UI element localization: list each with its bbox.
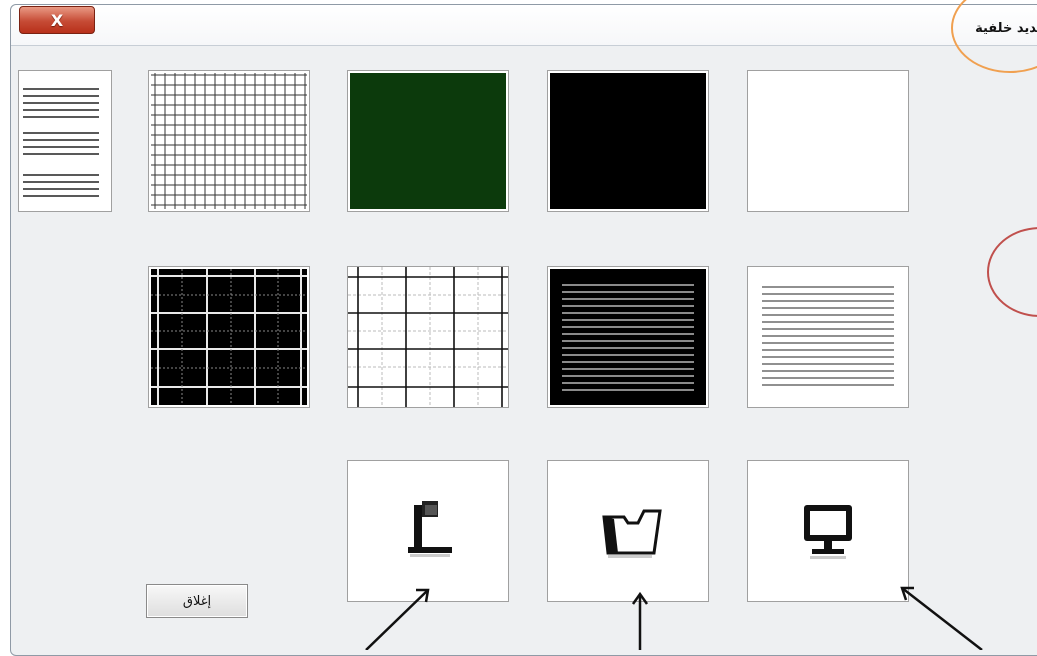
background-tile-solid-dark-green[interactable] [347, 70, 509, 212]
background-tile-grid-black[interactable] [148, 266, 310, 408]
window-close-button[interactable]: X [19, 6, 95, 34]
source-desktop-button[interactable] [747, 460, 909, 602]
background-tile-grid-small[interactable] [148, 70, 310, 212]
background-tile-lines-white-2[interactable] [747, 266, 909, 408]
folder-icon [602, 509, 662, 558]
background-tile-solid-black[interactable] [547, 70, 709, 212]
document-camera-icon [408, 501, 452, 557]
close-dialog-button[interactable]: إغلاق [146, 584, 248, 618]
title-bar: X تحديد خلفية [11, 5, 1037, 46]
background-tile-solid-white[interactable] [747, 70, 909, 212]
monitor-icon [804, 505, 852, 559]
source-folder-button[interactable] [547, 460, 709, 602]
source-document-camera-button[interactable] [347, 460, 509, 602]
window-title: تحديد خلفية [975, 21, 1037, 36]
background-tile-lines-black[interactable] [547, 266, 709, 408]
close-icon: X [50, 10, 64, 30]
background-tile-grid-white-large[interactable] [347, 266, 509, 408]
background-tile-lines-white[interactable] [18, 70, 112, 212]
